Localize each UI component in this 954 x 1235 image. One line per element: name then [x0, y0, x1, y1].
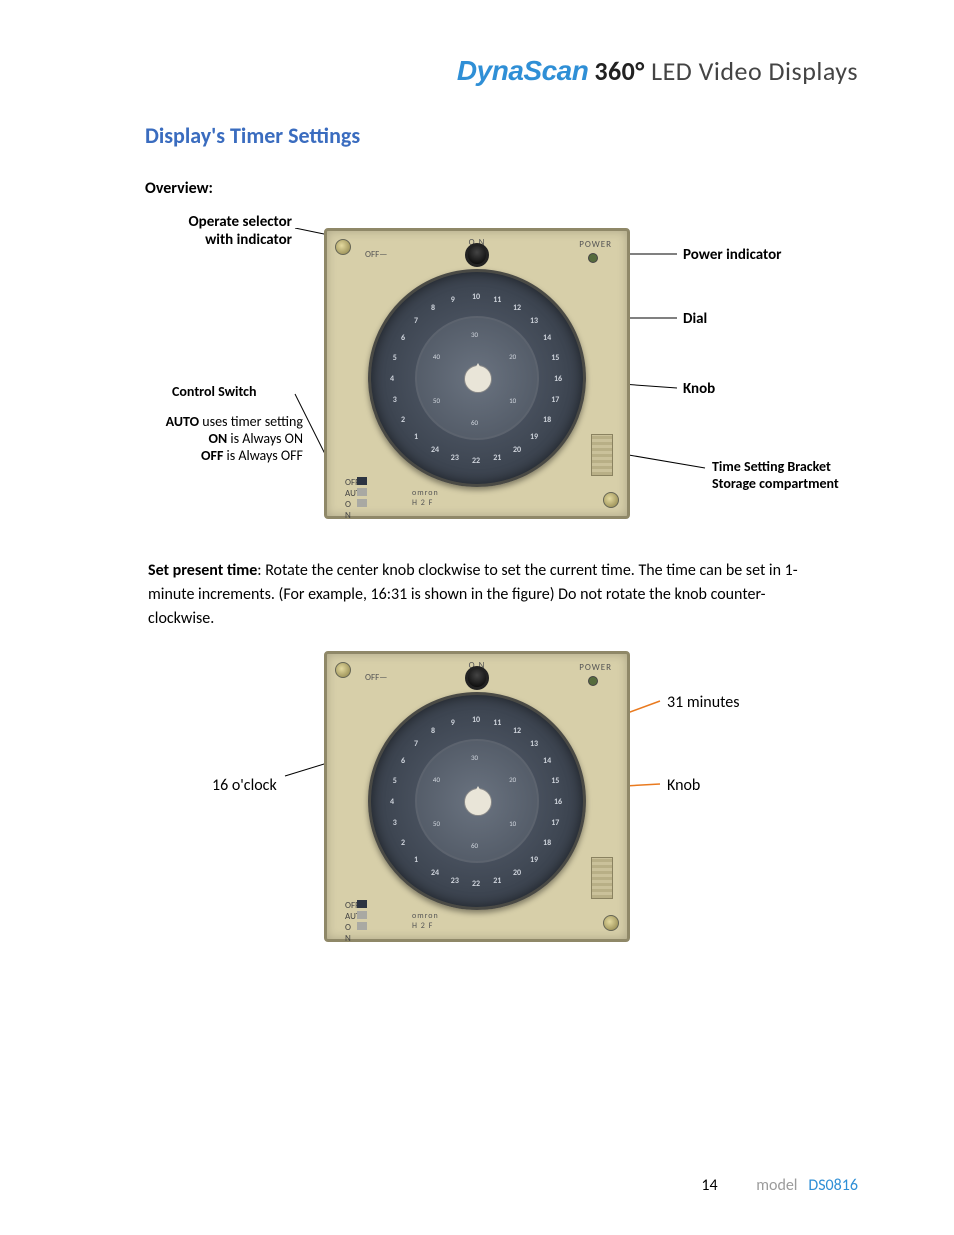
operate-selector-switch[interactable] — [465, 666, 489, 690]
screw-icon — [335, 662, 351, 678]
power-indicator-led — [588, 676, 598, 686]
brand-logo: DynaScan — [457, 55, 588, 87]
center-knob[interactable] — [464, 788, 492, 816]
device-power-label: POWER — [579, 662, 612, 673]
instruction-paragraph: Set present time: Rotate the center knob… — [0, 519, 954, 631]
center-knob[interactable] — [464, 365, 492, 393]
product-name: 360° — [594, 55, 644, 87]
device-off-label: OFF— — [365, 249, 387, 260]
timer-device: O N OFF— POWER 1314151617181920212223241… — [324, 651, 630, 942]
figure-overview: Operate selector with indicator Control … — [147, 228, 807, 519]
device-brand: omron H 2 F — [412, 911, 439, 931]
screw-icon — [603, 915, 619, 931]
screw-icon — [335, 239, 351, 255]
bracket-storage — [591, 434, 613, 476]
tagline: LED Video Displays — [645, 55, 858, 87]
page-footer: 14 model DS0816 — [701, 1176, 858, 1195]
device-off-label: OFF— — [365, 672, 387, 683]
timer-dial[interactable]: 131415161718192021222324123456789101112 … — [368, 269, 586, 487]
operate-selector-switch[interactable] — [465, 243, 489, 267]
page-number: 14 — [701, 1176, 717, 1195]
control-switch[interactable]: OFF AUTO O N — [343, 475, 367, 508]
overview-label: Overview: — [0, 149, 954, 198]
bracket-storage — [591, 857, 613, 899]
screw-icon — [603, 492, 619, 508]
document-page: DynaScan 360° LED Video Displays Display… — [0, 0, 954, 1235]
device-power-label: POWER — [579, 239, 612, 250]
timer-dial[interactable]: 131415161718192021222324123456789101112 … — [368, 692, 586, 910]
timer-device: O N OFF— POWER 1314151617181920212223241… — [324, 228, 630, 519]
device-brand: omron H 2 F — [412, 488, 439, 508]
page-header: DynaScan 360° LED Video Displays — [0, 0, 954, 87]
control-switch[interactable]: OFF AUTO O N — [343, 898, 367, 931]
section-heading: Display's Timer Settings — [0, 87, 954, 149]
figure-example: 16 o'clock 31 minutes Knob O N OFF— POWE… — [147, 651, 807, 942]
model-label: model — [756, 1176, 797, 1195]
power-indicator-led — [588, 253, 598, 263]
model-number: DS0816 — [808, 1176, 858, 1195]
